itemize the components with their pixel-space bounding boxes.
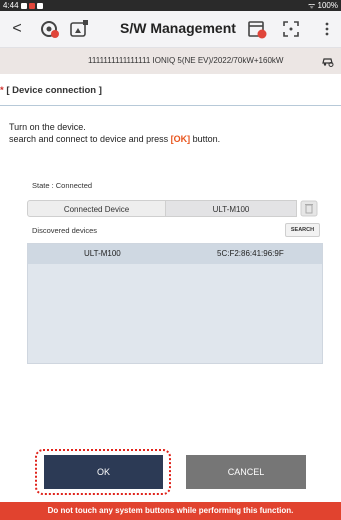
vehicle-info-bar: 1111111111111111 IONIQ 5(NE EV)/2022/70k… — [0, 48, 341, 74]
message-icon — [20, 2, 27, 9]
section-divider — [0, 105, 341, 106]
back-button[interactable]: < — [8, 19, 26, 39]
device-name: ULT-M100 — [84, 249, 121, 258]
discovered-devices-list: ULT-M100 5C:F2:86:41:96:9F — [27, 243, 323, 364]
connected-device-label: Connected Device — [27, 200, 166, 217]
more-options-icon[interactable] — [316, 18, 338, 40]
page-title: S/W Management — [120, 20, 236, 36]
delete-device-button[interactable] — [299, 200, 319, 217]
fullscreen-icon[interactable] — [280, 18, 302, 40]
calendar-alert-icon[interactable] — [246, 18, 268, 40]
status-time: 4:44 — [3, 1, 19, 10]
connection-state: State : Connected — [32, 181, 93, 190]
connected-device-name[interactable]: ULT-M100 — [166, 200, 297, 217]
vehicle-settings-icon[interactable] — [38, 18, 60, 40]
vehicle-status-icon[interactable] — [321, 54, 335, 68]
device-mac: 5C:F2:86:41:96:9F — [217, 249, 284, 258]
search-button[interactable]: SEARCH — [285, 223, 320, 237]
ok-keyword: [OK] — [170, 134, 191, 144]
instruction-line-1: Turn on the device. — [9, 122, 86, 132]
cancel-button[interactable]: CANCEL — [186, 455, 306, 489]
app-notification-icon — [28, 2, 35, 9]
ok-button[interactable]: OK — [44, 455, 163, 489]
status-bar: 4:44 ᯤ 100% — [0, 0, 341, 11]
device-tabs: Connected Device ULT-M100 — [27, 200, 319, 217]
required-marker: * — [0, 85, 4, 96]
warning-bar: Do not touch any system buttons while pe… — [0, 502, 341, 520]
discovered-devices-label: Discovered devices — [32, 226, 98, 235]
battery-level: 100% — [317, 1, 338, 10]
wifi-icon: ᯤ — [308, 1, 318, 10]
section-title-text: [ Device connection ] — [6, 85, 102, 96]
instructions: Turn on the device. search and connect t… — [9, 121, 220, 145]
device-row[interactable]: ULT-M100 5C:F2:86:41:96:9F — [28, 244, 322, 264]
screen-capture-icon[interactable] — [68, 18, 90, 40]
image-icon — [36, 2, 43, 9]
vehicle-info-text: 1111111111111111 IONIQ 5(NE EV)/2022/70k… — [88, 56, 284, 65]
trash-icon — [300, 200, 318, 217]
app-bar: < S/W Management — [0, 11, 341, 48]
instruction-line-2: search and connect to device and press [… — [9, 134, 221, 144]
section-title: * [ Device connection ] — [0, 85, 102, 96]
